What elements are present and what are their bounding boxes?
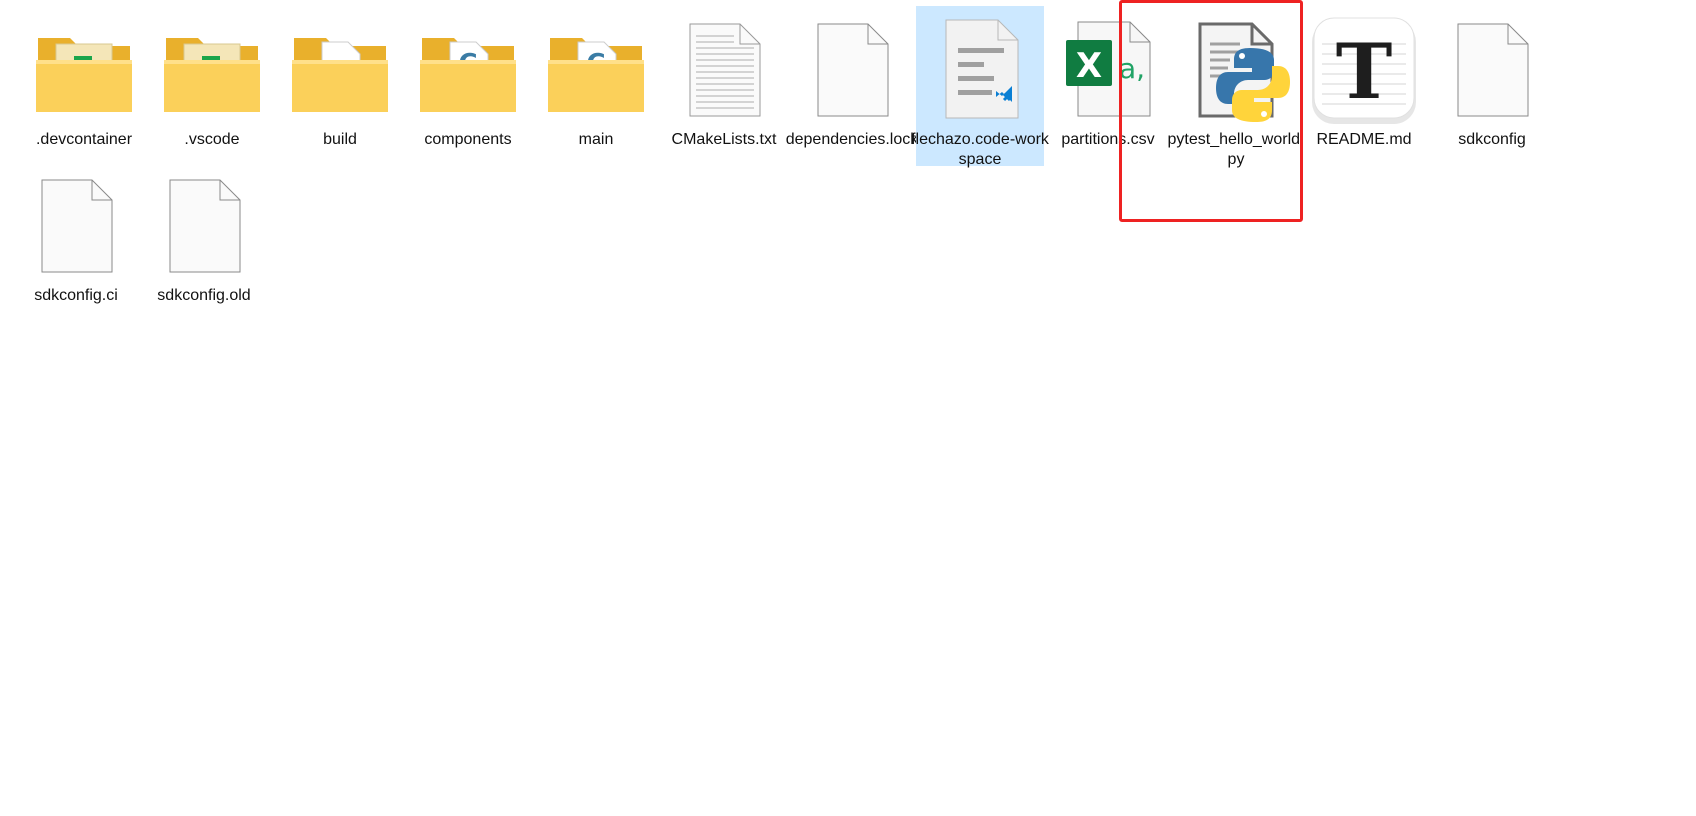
file-label: flechazo.code-workspace: [911, 131, 1049, 168]
file-item-readme[interactable]: T README.md: [1300, 6, 1428, 166]
blank-file-icon: [148, 170, 260, 282]
folder-c-icon: C: [412, 14, 524, 126]
file-label: components: [424, 131, 512, 148]
file-item-code-workspace[interactable]: flechazo.code-workspace: [911, 6, 1049, 168]
file-label: pytest_hello_world.py: [1167, 131, 1305, 168]
file-item-sdkconfig-old[interactable]: sdkconfig.old: [140, 162, 268, 322]
blank-file-icon: [796, 14, 908, 126]
vscode-workspace-icon: [924, 14, 1036, 126]
file-item-partitions-csv[interactable]: X a, partitions.csv: [1044, 6, 1172, 166]
file-item-cmakelists[interactable]: CMakeLists.txt: [660, 6, 788, 166]
typora-markdown-icon: T: [1308, 14, 1420, 126]
file-item-pytest-hello-world[interactable]: pytest_hello_world.py: [1168, 6, 1304, 168]
file-item-dependencies-lock[interactable]: dependencies.lock: [786, 6, 918, 166]
file-item-sdkconfig-ci[interactable]: sdkconfig.ci: [12, 162, 140, 322]
file-grid: .devcontainer .vscode build components m…: [0, 0, 1696, 816]
svg-text:X: X: [1076, 46, 1102, 86]
file-label: README.md: [1316, 131, 1412, 148]
folder-devcontainer-icon: [28, 14, 140, 126]
file-label: .vscode: [184, 131, 240, 148]
file-item-devcontainer[interactable]: .devcontainer: [20, 6, 148, 166]
file-item-sdkconfig[interactable]: sdkconfig: [1428, 6, 1556, 166]
python-file-icon: [1180, 14, 1292, 126]
file-item-build[interactable]: build: [276, 6, 404, 166]
file-label: main: [578, 131, 614, 148]
folder-vscode-icon: [156, 14, 268, 126]
file-label: build: [323, 131, 357, 148]
file-label: .devcontainer: [35, 131, 133, 148]
excel-csv-icon: X a,: [1052, 14, 1164, 126]
file-label: sdkconfig.ci: [34, 287, 118, 304]
file-item-vscode[interactable]: .vscode: [148, 6, 276, 166]
folder-build-icon: [284, 14, 396, 126]
file-item-components[interactable]: C components: [404, 6, 532, 166]
blank-file-icon: [20, 170, 132, 282]
file-label: partitions.csv: [1061, 131, 1155, 148]
file-item-main[interactable]: C main: [532, 6, 660, 166]
svg-text:a,: a,: [1119, 52, 1145, 85]
file-label: dependencies.lock: [785, 131, 919, 148]
svg-text:T: T: [1336, 27, 1393, 116]
file-label: sdkconfig.old: [157, 287, 251, 304]
text-file-icon: [668, 14, 780, 126]
file-label: CMakeLists.txt: [671, 131, 777, 148]
file-label: sdkconfig: [1458, 131, 1526, 148]
blank-file-icon: [1436, 14, 1548, 126]
folder-c-icon: C: [540, 14, 652, 126]
